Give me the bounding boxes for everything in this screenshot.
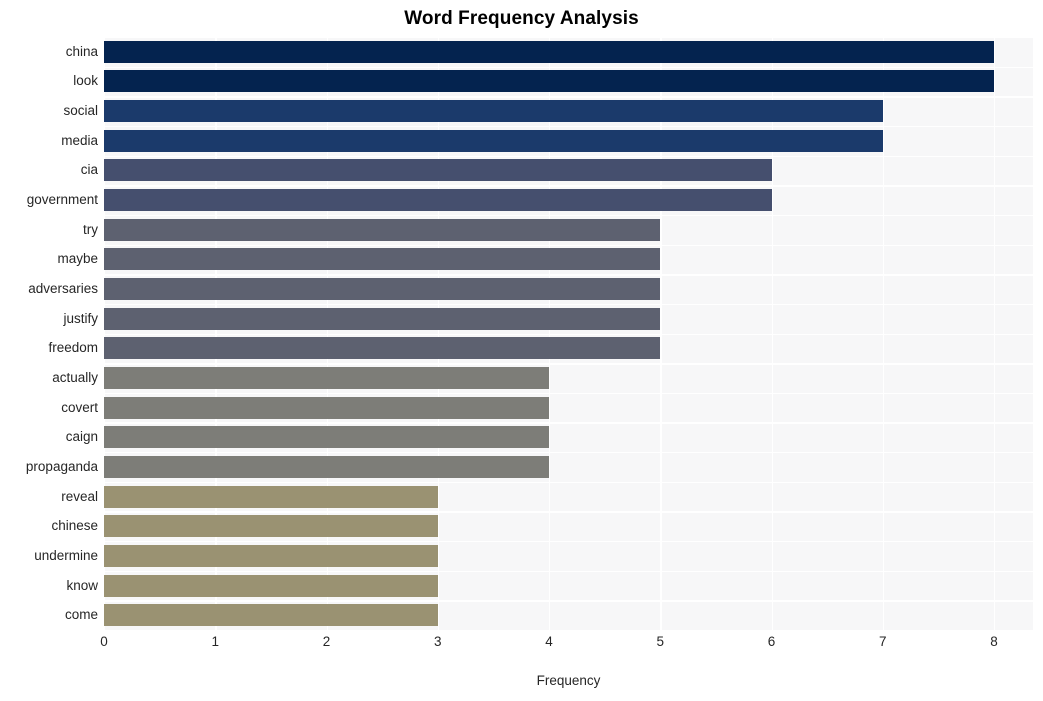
x-tick-label-8: 8 [990, 634, 998, 649]
y-tick-label-come: come [64, 607, 98, 623]
y-tick-label-try: try [83, 221, 98, 237]
bar-actually [104, 366, 550, 389]
x-tick-label-0: 0 [100, 634, 108, 649]
y-tick-label-undermine: undermine [34, 547, 98, 563]
bar-china [104, 40, 995, 63]
bar-know [104, 574, 438, 597]
bar-caign [104, 426, 550, 449]
x-tick-label-1: 1 [211, 634, 220, 649]
bar-try [104, 218, 661, 241]
bar-chinese [104, 515, 438, 538]
bar-propaganda [104, 455, 550, 478]
y-tick-label-actually: actually [52, 369, 98, 385]
x-tick-label-4: 4 [545, 634, 553, 649]
bar-come [104, 604, 438, 627]
y-tick-label-justify: justify [63, 310, 98, 326]
x-tick-label-5: 5 [656, 634, 665, 649]
y-tick-label-cia: cia [80, 162, 98, 178]
page-title: Word Frequency Analysis [404, 8, 639, 29]
y-tick-label-reveal: reveal [61, 488, 98, 504]
chart-page: Word Frequency Analysis china look social m… [0, 0, 1043, 701]
y-tick-label-covert: covert [61, 399, 98, 415]
x-tick-label-6: 6 [767, 634, 776, 649]
gridline-horizontal-20 [104, 630, 1033, 632]
bar-reveal [104, 485, 438, 508]
bar-cia [104, 159, 772, 182]
y-tick-label-look: look [73, 73, 98, 89]
bar-social [104, 100, 883, 123]
y-tick-label-media: media [61, 132, 98, 148]
plot-area [104, 37, 1033, 632]
y-tick-label-propaganda: propaganda [25, 458, 98, 474]
y-tick-label-adversaries: adversaries [28, 281, 98, 297]
bar-media [104, 129, 883, 152]
x-tick-label-2: 2 [322, 634, 331, 649]
bar-adversaries [104, 278, 661, 301]
y-tick-label-china: china [65, 43, 98, 59]
y-tick-label-chinese: chinese [51, 518, 98, 534]
bar-maybe [104, 248, 661, 271]
bar-government [104, 189, 772, 212]
y-tick-label-know: know [66, 577, 98, 593]
y-tick-label-freedom: freedom [48, 340, 98, 356]
y-tick-label-government: government [26, 192, 98, 208]
y-axis-tick-labels: china look social media cia government try mayb… [0, 37, 98, 630]
bar-covert [104, 396, 550, 419]
x-tick-label-3: 3 [434, 634, 442, 649]
bar-freedom [104, 337, 661, 360]
bar-justify [104, 307, 661, 330]
x-axis-title: Frequency [536, 673, 601, 688]
bar-look [104, 70, 995, 93]
y-tick-label-caign: caign [65, 429, 98, 445]
bars-layer [104, 37, 1033, 630]
y-tick-label-social: social [63, 103, 98, 119]
y-tick-label-maybe: maybe [57, 251, 98, 267]
x-tick-label-7: 7 [879, 634, 887, 649]
bar-undermine [104, 544, 438, 567]
x-axis-tick-labels: 0 1 2 3 4 5 6 7 8 [0, 633, 1043, 657]
